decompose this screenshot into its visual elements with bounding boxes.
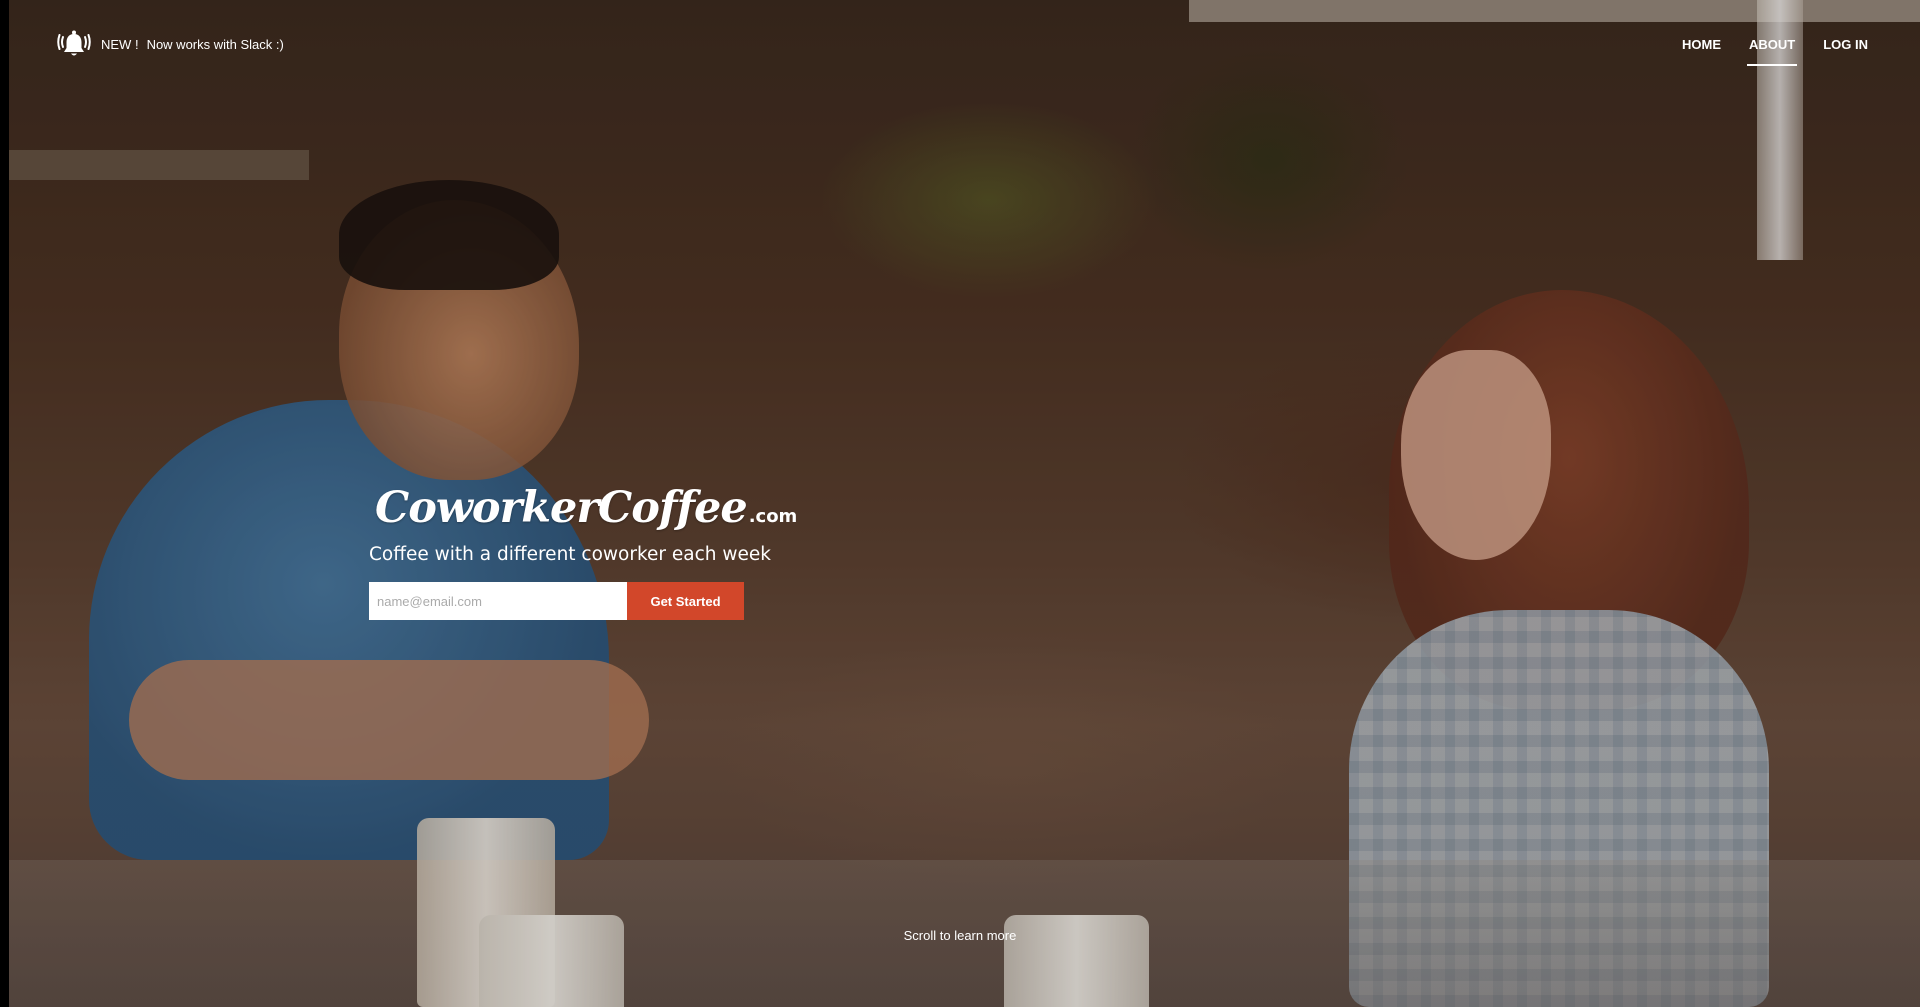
- brand-name: CoworkerCoffee: [375, 483, 748, 533]
- nav-login-link[interactable]: LOG IN: [1821, 35, 1870, 66]
- scroll-hint[interactable]: Scroll to learn more: [0, 928, 1920, 943]
- brand-domain: .com: [748, 506, 798, 527]
- new-label: NEW !: [101, 36, 139, 52]
- hero-section: CoworkerCoffee .com Coffee with a differ…: [369, 460, 797, 620]
- nav-home-link[interactable]: HOME: [1680, 35, 1723, 66]
- top-nav: HOME ABOUT LOG IN: [1680, 35, 1870, 66]
- get-started-button[interactable]: Get Started: [627, 582, 744, 620]
- hero-background: [9, 0, 1920, 1007]
- bell-icon: [57, 30, 91, 56]
- signup-form: Get Started: [369, 582, 744, 620]
- email-input[interactable]: [369, 582, 627, 620]
- nav-about-link[interactable]: ABOUT: [1747, 35, 1798, 66]
- announcement-text: Now works with Slack :): [146, 36, 284, 52]
- tagline: Coffee with a different coworker each we…: [369, 544, 771, 565]
- announcement-banner[interactable]: NEW ! Now works with Slack :): [57, 27, 284, 61]
- site-logo[interactable]: CoworkerCoffee .com: [369, 460, 797, 536]
